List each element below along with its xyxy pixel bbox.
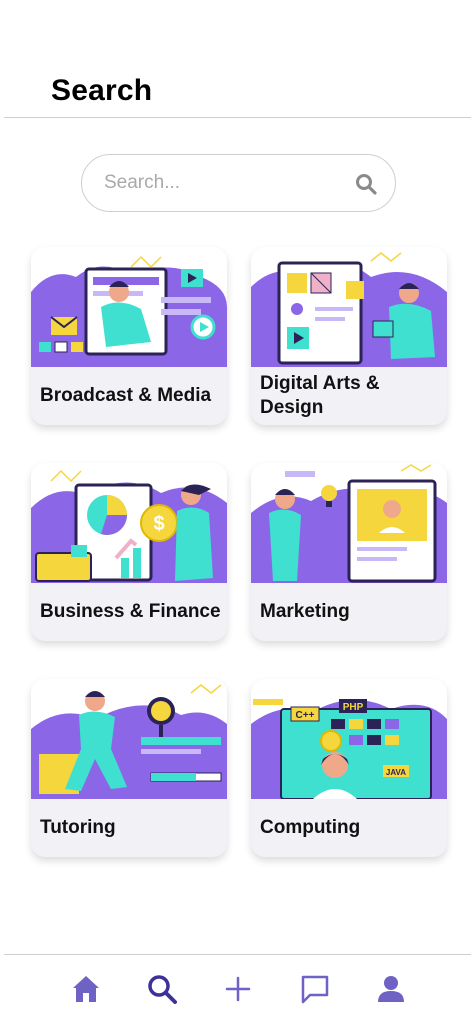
tab-messages[interactable]: [297, 971, 333, 1007]
plus-icon: [225, 976, 251, 1002]
bottom-tab-bar: [0, 955, 475, 1024]
cpp-label: C++: [296, 710, 315, 721]
broadcast-media-illustration: [31, 247, 227, 367]
category-label: Business & Finance: [40, 601, 221, 622]
search-icon[interactable]: [354, 172, 378, 196]
category-card-digital-arts-design[interactable]: Digital Arts & Design: [251, 247, 447, 425]
header: Search: [0, 0, 475, 118]
category-card-broadcast-media[interactable]: Broadcast & Media: [31, 247, 227, 425]
category-label: Digital Arts & Design: [260, 373, 380, 418]
dollar-sign: $: [153, 513, 164, 535]
business-finance-illustration: $: [31, 463, 227, 583]
php-label: PHP: [343, 702, 364, 713]
category-label: Broadcast & Media: [40, 385, 212, 406]
tab-home[interactable]: [68, 971, 104, 1007]
digital-arts-illustration: [251, 247, 447, 367]
category-card-tutoring[interactable]: Tutoring: [31, 679, 227, 857]
search-icon: [148, 975, 177, 1004]
tab-search[interactable]: [144, 971, 180, 1007]
home-icon: [73, 976, 99, 1002]
java-label: JAVA: [386, 768, 406, 777]
category-label: Tutoring: [40, 817, 116, 838]
search-input[interactable]: [104, 169, 344, 197]
marketing-illustration: [251, 463, 447, 583]
user-icon: [378, 976, 404, 1002]
tab-profile[interactable]: [373, 971, 409, 1007]
header-divider: [4, 117, 471, 118]
computing-illustration: C++ PHP JAVA: [251, 679, 447, 799]
chat-icon: [301, 975, 329, 1004]
page-title: Search: [51, 74, 153, 107]
tab-add[interactable]: [220, 971, 256, 1007]
category-label: Marketing: [260, 601, 350, 622]
category-label: Computing: [260, 817, 361, 838]
search-bar[interactable]: [81, 154, 396, 212]
category-card-business-finance[interactable]: $ Business & Finance: [31, 463, 227, 641]
category-card-computing[interactable]: C++ PHP JAVA Computing: [251, 679, 447, 857]
category-card-marketing[interactable]: Marketing: [251, 463, 447, 641]
tutoring-illustration: [31, 679, 227, 799]
